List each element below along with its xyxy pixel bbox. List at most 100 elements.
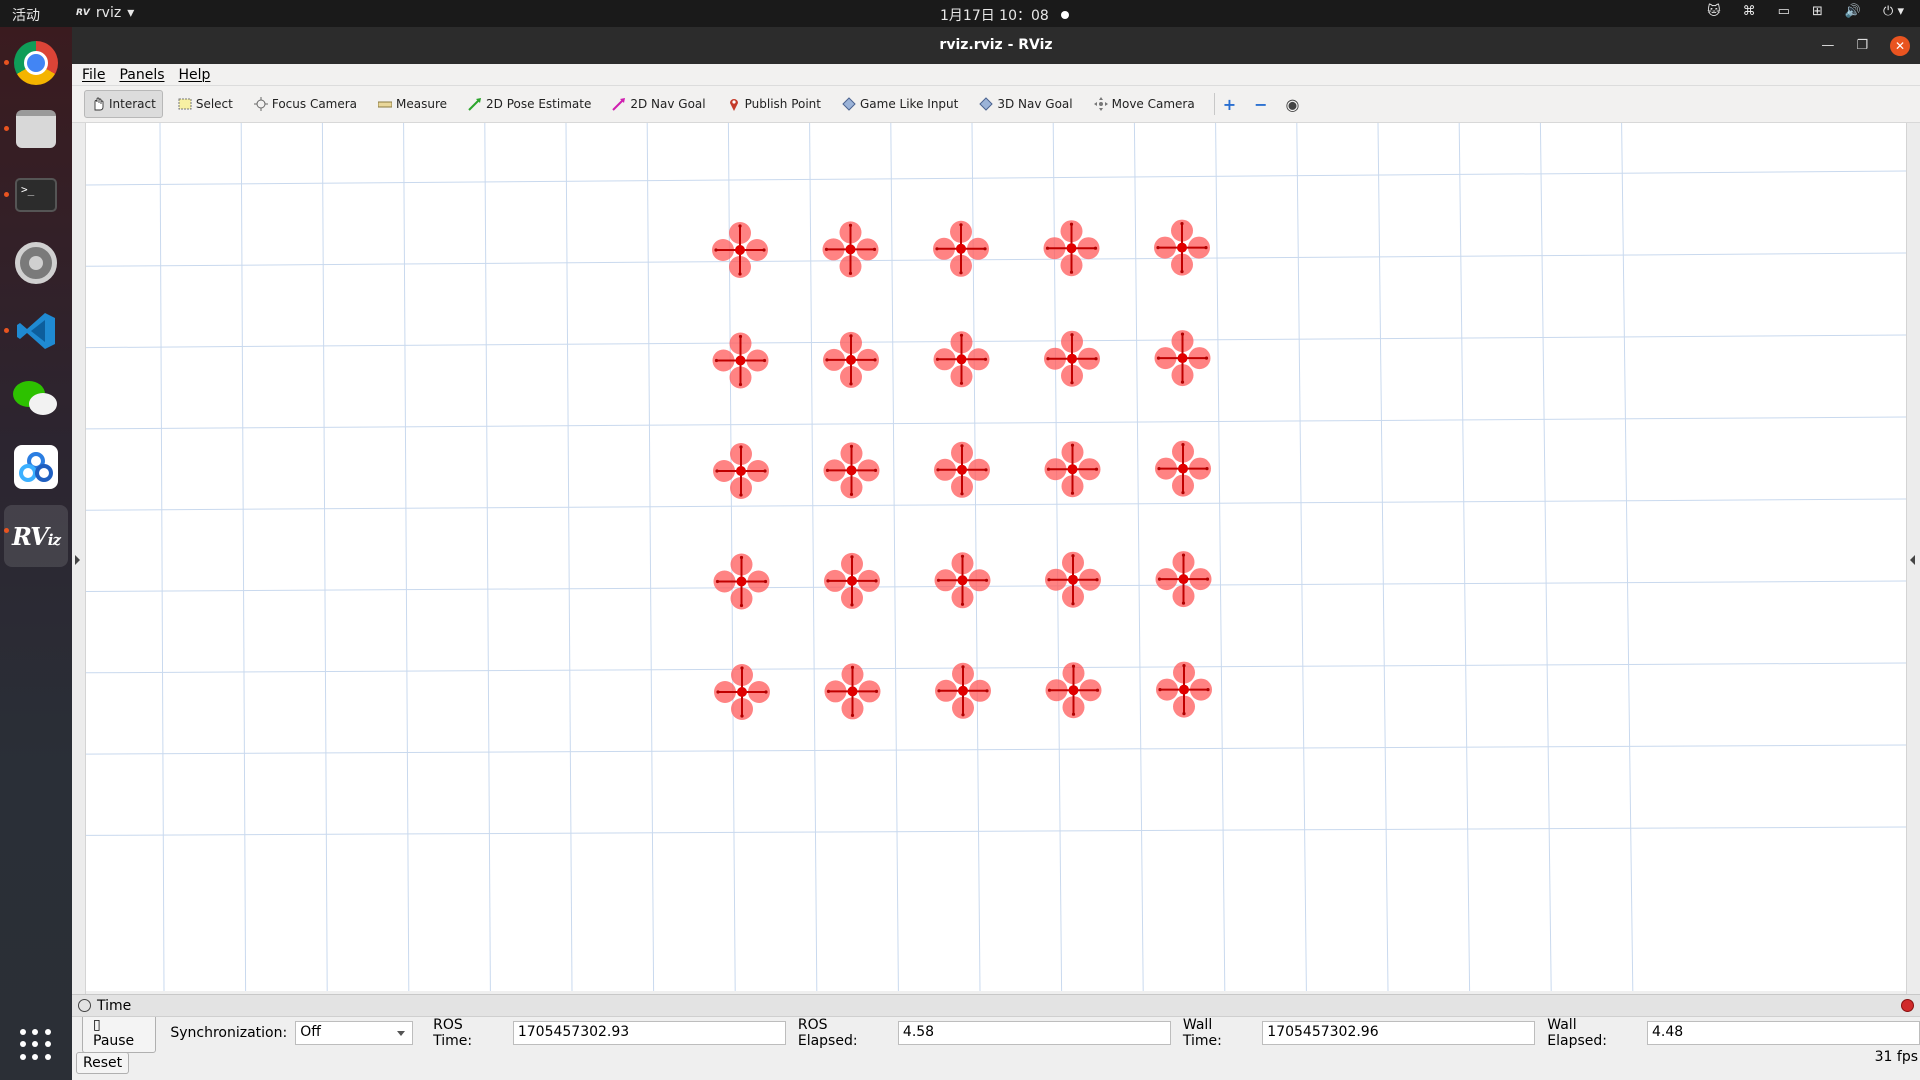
eye-icon[interactable]: ◉ [1286,95,1300,114]
power-icon[interactable]: ⏻ ▾ [1883,4,1904,19]
files-launcher[interactable] [4,103,62,155]
drone-hub [957,575,968,586]
grid-line [86,252,1906,267]
arm-tip [826,579,830,583]
drone-swarm [712,219,1212,720]
close-icon[interactable]: ✕ [1890,35,1910,56]
diamond-icon [979,97,994,111]
tool-label: Focus Camera [271,97,358,111]
minimize-icon[interactable]: — [1821,27,1834,64]
arm-tip [961,713,965,717]
arm-tip [738,224,742,228]
left-dock-handle[interactable] [72,123,86,994]
clock[interactable]: 1月17日 10：08 [940,5,1069,25]
menu-panels[interactable]: Panels [119,67,164,83]
arm-tip [984,578,989,582]
drone-marker [713,443,769,499]
arm-tip [1069,270,1074,274]
tool-publish-point[interactable]: Publish Point [721,90,827,118]
arm-tip [848,223,853,227]
tool-focus-camera[interactable]: Focus Camera [248,90,363,118]
pause-button[interactable]: ▯ Pause [82,1013,157,1053]
tool-2d-pose-estimate[interactable]: 2D Pose Estimate [462,90,597,118]
drone-marker [1154,219,1210,276]
rviz-launcher[interactable]: RViz [4,505,68,567]
tool-2d-nav-goal[interactable]: 2D Nav Goal [606,90,711,118]
arm-tip [763,469,767,473]
arm-tip [763,579,768,584]
dock: >_ RViz [0,27,72,1080]
arm-tip [959,333,964,337]
arm-tip [1158,688,1162,692]
arm-tip [762,248,766,252]
tool-3d-nav-goal[interactable]: 3D Nav Goal [973,90,1078,118]
app-menu[interactable]: RV rviz ▾ [76,5,134,21]
close-panel-icon[interactable] [1901,999,1914,1012]
keyboard-icon[interactable]: ▭ [1778,4,1790,19]
tool-move-camera[interactable]: Move Camera [1088,90,1201,118]
ros-elapsed-field[interactable]: 4.58 [897,1021,1171,1045]
cat-icon[interactable]: 🐱 [1707,4,1721,19]
grid-line [86,580,1906,592]
drone-hub [736,576,747,587]
right-dock-handle[interactable] [1906,123,1920,994]
volume-icon[interactable]: 🔊 [1845,4,1861,19]
wall-elapsed-field[interactable]: 4.48 [1647,1021,1920,1045]
arm-tip [848,271,853,275]
system-tray: 🐱 ⌘ ▭ ⊞ 🔊 ⏻ ▾ [1707,4,1904,19]
drone-hub [735,355,746,366]
wall-time-label: Wall Time: [1182,1017,1222,1049]
arm-tip [1182,712,1186,716]
arm-tip [1070,333,1074,337]
reset-button[interactable]: Reset [76,1052,130,1074]
settings-gear-icon [15,242,57,284]
notification-dot-icon [1060,11,1069,19]
tool-bar: Interact Select Focus Camera Measure 2D … [72,86,1920,123]
grid-line [565,123,573,991]
tool-interact[interactable]: Interact [84,90,163,118]
3d-viewport[interactable] [86,123,1906,991]
drone-marker [824,663,881,720]
tool-select[interactable]: Select [172,90,239,118]
grid-line [1621,123,1634,991]
chrome-launcher[interactable] [4,37,62,89]
wall-time-field[interactable]: 1705457302.96 [1262,1021,1536,1045]
arm-tip [850,713,855,717]
window-titlebar[interactable]: rviz.rviz - RViz — ❐ ✕ [72,27,1920,64]
arm-tip [1206,688,1210,692]
tool-game-like-input[interactable]: Game Like Input [836,90,964,118]
input-method-icon[interactable]: ⌘ [1743,4,1756,19]
terminal-launcher[interactable]: >_ [4,169,62,221]
arm-tip [1157,577,1162,581]
drone-marker [1154,330,1211,387]
ros-time-field[interactable]: 1705457302.93 [512,1021,786,1045]
arm-tip [849,382,853,386]
arm-tip [983,357,988,361]
remove-tool-minus-icon[interactable]: − [1254,95,1267,114]
wechat-icon [13,379,59,419]
menu-help[interactable]: Help [179,67,211,83]
drone-marker [712,332,769,389]
arm-tip [874,689,879,693]
network-icon[interactable]: ⊞ [1812,4,1823,19]
arm-tip [738,382,743,387]
wechat-launcher[interactable] [10,373,62,425]
arm-tip [960,602,965,606]
arm-tip [937,689,941,693]
drone-hub [1068,574,1078,585]
baidu-netdisk-launcher[interactable] [10,441,62,493]
settings-launcher[interactable] [10,237,62,289]
arm-tip [826,689,831,693]
sync-select[interactable]: Off [295,1021,414,1045]
menu-file[interactable]: File [82,67,105,83]
maximize-icon[interactable]: ❐ [1856,27,1868,64]
clock-text: 1月17日 10：08 [940,8,1049,24]
add-tool-plus-icon[interactable]: + [1223,95,1236,114]
ros-time-label: ROS Time: [433,1017,473,1049]
show-apps-grid-icon[interactable] [20,1029,52,1061]
drone-hub [846,465,857,476]
vscode-launcher[interactable] [4,305,62,357]
arm-tip [935,357,940,361]
tool-measure[interactable]: Measure [372,90,453,118]
activities-button[interactable]: 活动 [12,5,40,25]
